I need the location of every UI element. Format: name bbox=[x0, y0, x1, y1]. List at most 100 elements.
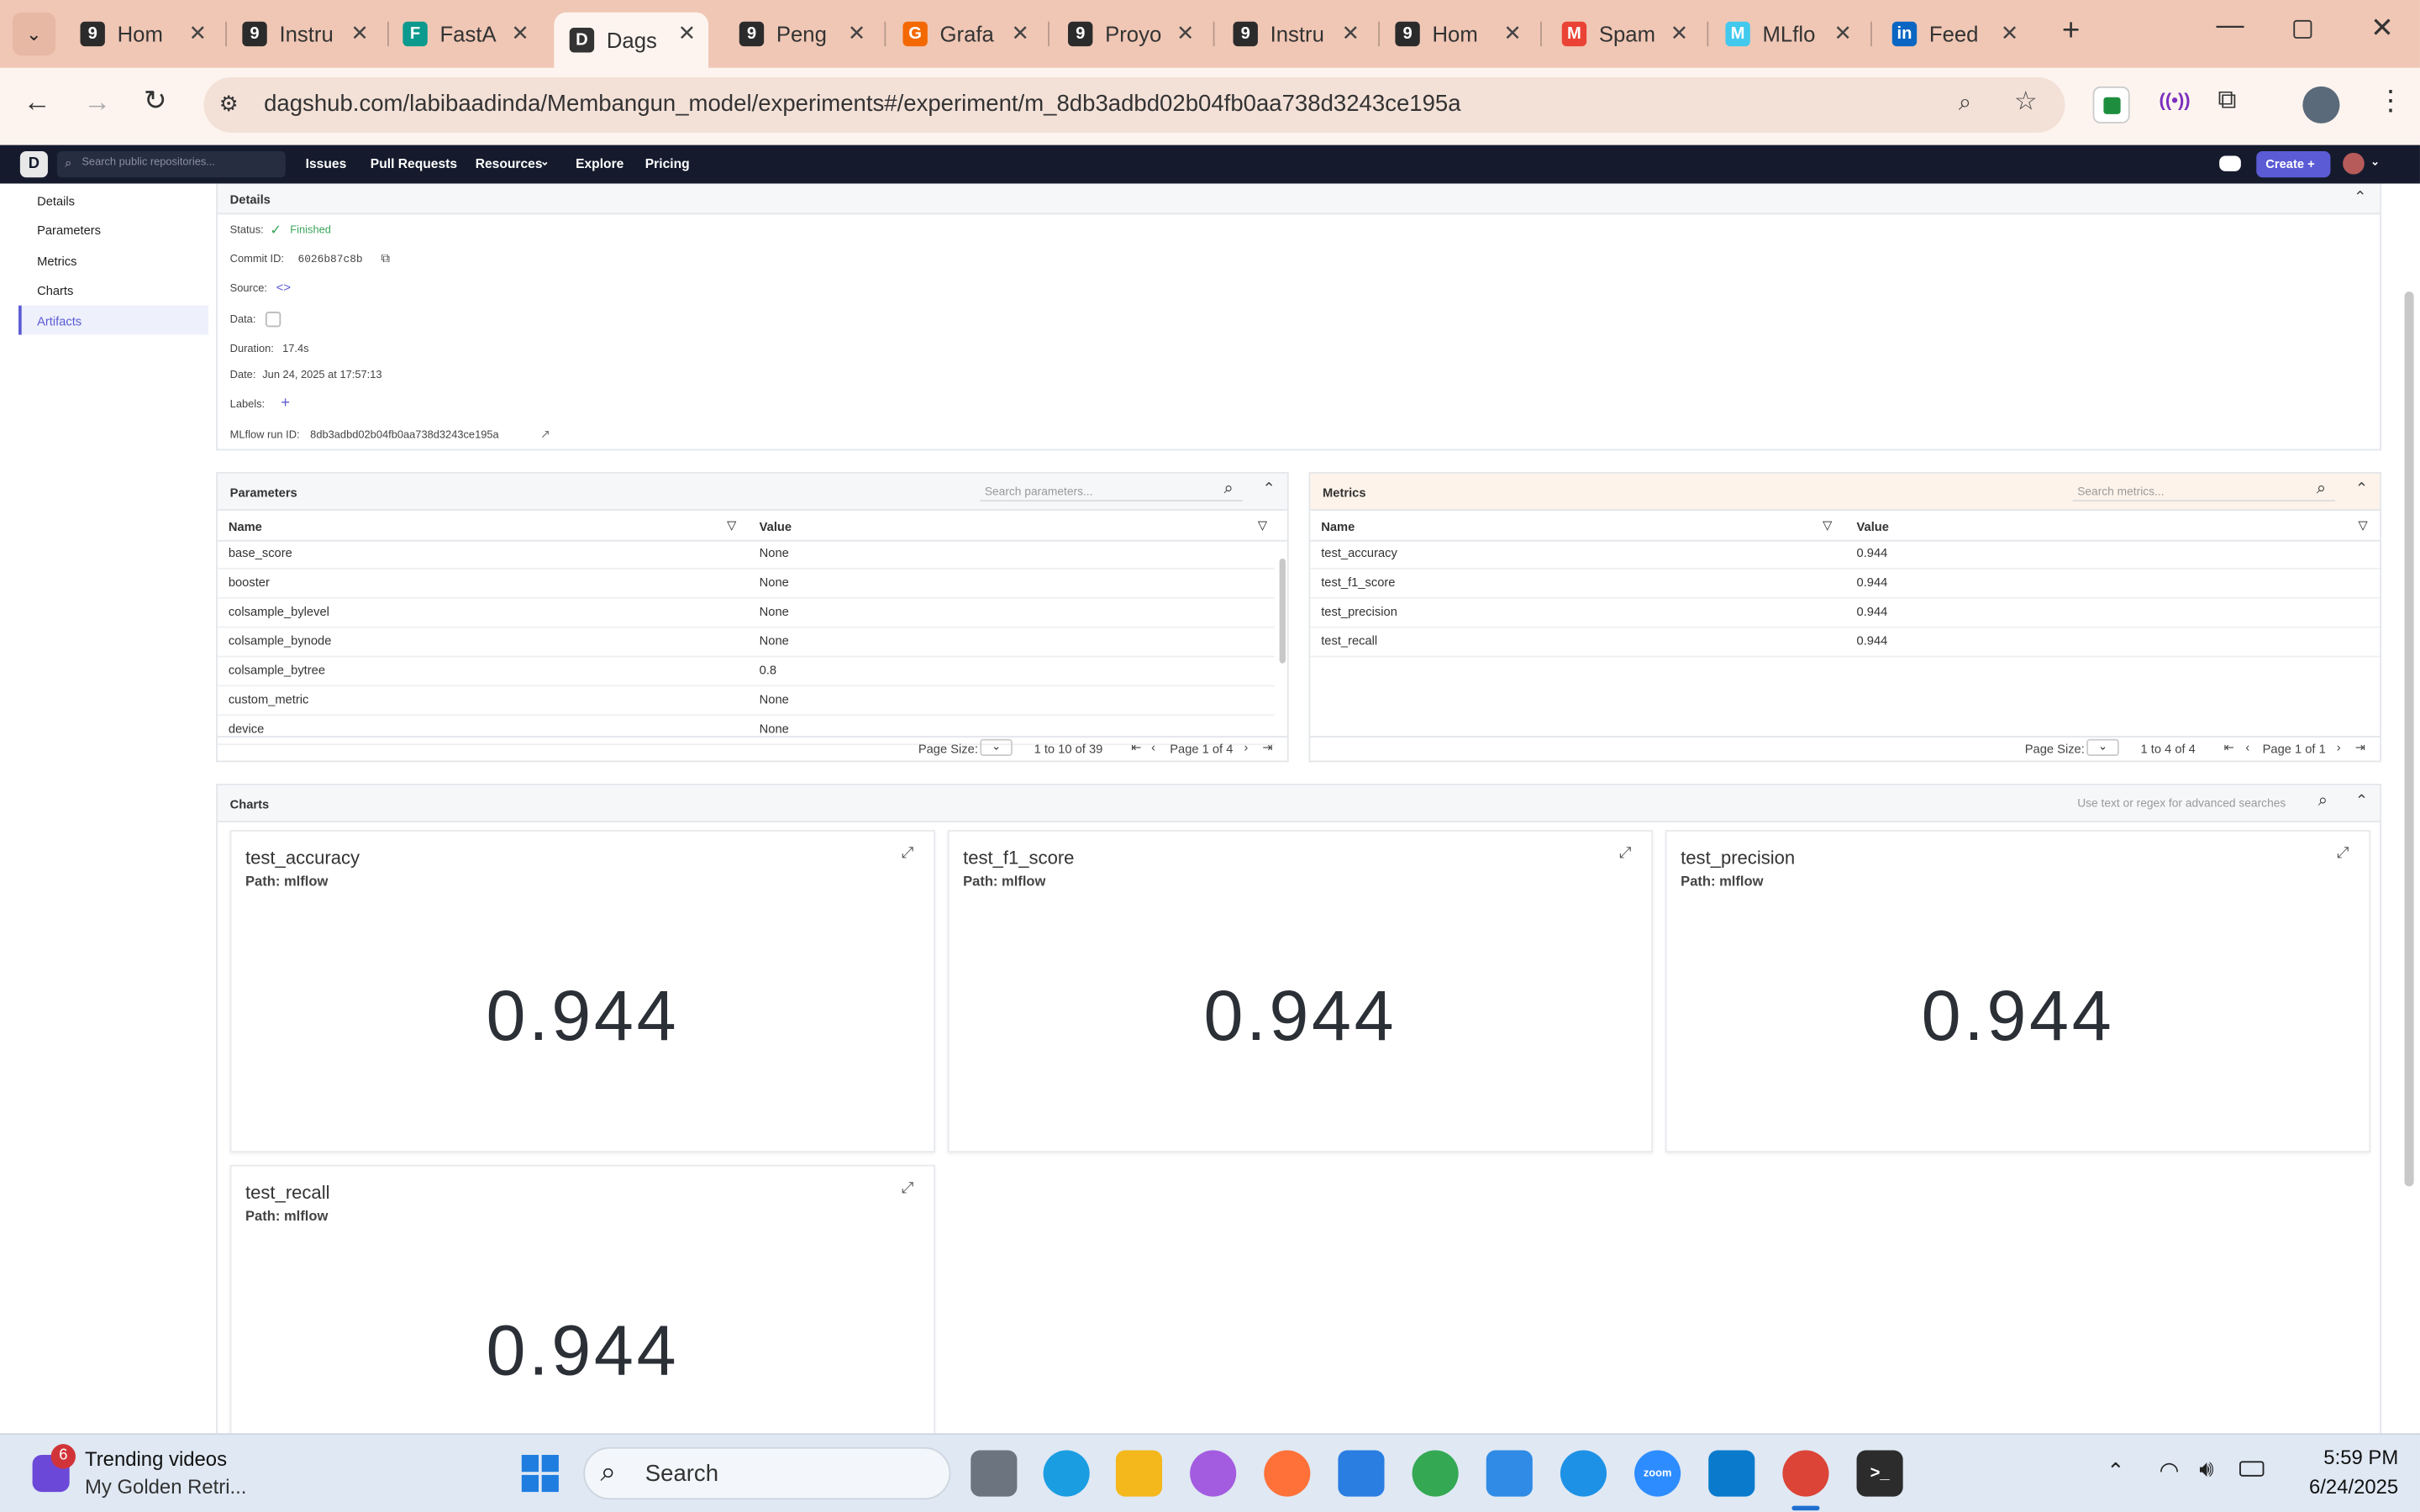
menu-icon[interactable]: ⋮ bbox=[2377, 85, 2405, 118]
tab-search-button[interactable]: ⌄ bbox=[12, 12, 56, 56]
widget-title[interactable]: Trending videos bbox=[85, 1447, 227, 1471]
clock-time[interactable]: 5:59 PM bbox=[2315, 1446, 2398, 1469]
expand-icon[interactable]: ⤢ bbox=[2337, 846, 2349, 863]
close-tab-icon[interactable]: ✕ bbox=[2001, 20, 2019, 46]
column-header-value[interactable]: Value bbox=[760, 520, 792, 534]
browser-tab[interactable]: M Spam ✕ bbox=[1555, 13, 1697, 55]
next-page-icon[interactable]: › bbox=[2337, 741, 2341, 755]
close-tab-icon[interactable]: ✕ bbox=[848, 20, 866, 46]
nav-pull-requests[interactable]: Pull Requests bbox=[371, 156, 457, 171]
next-page-icon[interactable]: › bbox=[1244, 741, 1248, 755]
browser-tab[interactable]: 9 Instru ✕ bbox=[236, 13, 378, 55]
close-tab-icon[interactable]: ✕ bbox=[511, 20, 529, 46]
nav-resources[interactable]: Resources bbox=[476, 156, 543, 171]
browser-tab[interactable]: 9 Instru ✕ bbox=[1227, 13, 1369, 55]
filter-icon[interactable]: ▽ bbox=[727, 518, 736, 533]
minimize-icon[interactable]: — bbox=[2217, 9, 2244, 42]
store-icon[interactable] bbox=[1338, 1450, 1385, 1497]
zoom-icon[interactable]: zoom bbox=[1634, 1450, 1681, 1497]
nav-explore[interactable]: Explore bbox=[576, 156, 623, 171]
chrome-profile-icon[interactable] bbox=[1412, 1450, 1459, 1497]
browser-tab[interactable]: 9 Peng ✕ bbox=[733, 13, 875, 55]
site-info-icon[interactable]: ⚙ bbox=[219, 91, 239, 117]
chrome-icon[interactable] bbox=[1782, 1450, 1829, 1497]
parameters-search-input[interactable]: Search parameters... bbox=[980, 483, 1243, 501]
file-explorer-icon[interactable] bbox=[1115, 1450, 1163, 1497]
sidebar-item-details[interactable]: Details bbox=[37, 194, 75, 208]
charts-search-input[interactable]: Use text or regex for advanced searches bbox=[2073, 795, 2317, 813]
nav-issues[interactable]: Issues bbox=[306, 156, 347, 171]
browser-tab[interactable]: 9 Proyo ✕ bbox=[1062, 13, 1204, 55]
expand-icon[interactable]: ⤢ bbox=[902, 846, 914, 863]
sheets-extension-icon[interactable] bbox=[2092, 86, 2130, 123]
restore-icon[interactable] bbox=[2293, 19, 2312, 39]
sidebar-item-metrics[interactable]: Metrics bbox=[37, 255, 76, 269]
volume-icon[interactable]: 🔊︎ bbox=[2199, 1457, 2213, 1483]
close-tab-icon[interactable]: ✕ bbox=[1176, 20, 1195, 46]
clock-date[interactable]: 6/24/2025 bbox=[2291, 1475, 2398, 1499]
discord-icon[interactable] bbox=[2219, 155, 2241, 171]
close-tab-icon[interactable]: ✕ bbox=[1342, 20, 1360, 46]
photos-icon[interactable] bbox=[1486, 1450, 1533, 1497]
collapse-icon[interactable]: ⌃ bbox=[1262, 481, 1275, 498]
run-id-value[interactable]: 8db3adbd02b04fb0aa738d3243ce195a bbox=[310, 430, 499, 441]
battery-icon[interactable] bbox=[2239, 1461, 2265, 1477]
new-tab-icon[interactable]: + bbox=[2062, 14, 2080, 50]
database-icon[interactable] bbox=[265, 312, 281, 328]
back-icon[interactable]: ← bbox=[24, 87, 51, 119]
page-size-select[interactable]: ⌄ bbox=[980, 738, 1013, 756]
collapse-icon[interactable]: ⌃ bbox=[2354, 190, 2366, 207]
browser-tab[interactable]: in Feed ✕ bbox=[1886, 13, 2028, 55]
firefox-icon[interactable] bbox=[1264, 1450, 1311, 1497]
edge-icon[interactable] bbox=[1043, 1450, 1090, 1497]
first-page-icon[interactable]: ⇤ bbox=[1131, 741, 1141, 755]
search-icon[interactable]: ⌕ bbox=[2317, 480, 2326, 500]
close-tab-icon[interactable]: ✕ bbox=[350, 20, 369, 46]
last-page-icon[interactable]: ⇥ bbox=[1262, 741, 1272, 755]
external-link-icon[interactable]: ↗ bbox=[540, 428, 550, 442]
column-header-value[interactable]: Value bbox=[1857, 520, 1889, 534]
windows-start-icon[interactable] bbox=[517, 1450, 563, 1496]
close-tab-icon[interactable]: ✕ bbox=[1670, 20, 1689, 46]
vscode-icon[interactable] bbox=[1708, 1450, 1755, 1497]
widget-subtitle[interactable]: My Golden Retri... bbox=[85, 1475, 246, 1499]
reload-icon[interactable]: ↻ bbox=[144, 85, 167, 118]
browser-tab[interactable]: G Grafa ✕ bbox=[897, 13, 1039, 55]
metrics-search-input[interactable]: Search metrics... bbox=[2072, 483, 2335, 501]
commit-id[interactable]: 6026b87c8b bbox=[297, 255, 362, 267]
sidebar-item-parameters[interactable]: Parameters bbox=[37, 223, 101, 238]
code-icon[interactable]: <> bbox=[276, 281, 291, 295]
filter-icon[interactable]: ▽ bbox=[2358, 518, 2367, 533]
close-tab-icon[interactable]: ✕ bbox=[1833, 20, 1852, 46]
browser-tab[interactable]: 9 Hom ✕ bbox=[1389, 13, 1531, 55]
scrollbar[interactable] bbox=[1279, 558, 1286, 664]
filter-icon[interactable]: ▽ bbox=[1258, 518, 1267, 533]
copy-icon[interactable]: ⧉ bbox=[381, 251, 391, 266]
close-window-icon[interactable]: ✕ bbox=[2370, 13, 2394, 45]
search-icon[interactable]: ⌕ bbox=[2318, 791, 2328, 811]
address-bar[interactable]: ⚙ dagshub.com/labibaadinda/Membangun_mod… bbox=[203, 76, 2065, 133]
close-tab-icon[interactable]: ✕ bbox=[1503, 20, 1522, 46]
close-tab-icon[interactable]: ✕ bbox=[189, 20, 208, 46]
expand-icon[interactable]: ⤢ bbox=[1619, 846, 1632, 863]
sidebar-item-charts[interactable]: Charts bbox=[37, 284, 73, 298]
browser-tab[interactable]: 9 Hom ✕ bbox=[74, 13, 216, 55]
sidebar-item-artifacts[interactable]: Artifacts bbox=[37, 315, 82, 329]
add-label-icon[interactable]: + bbox=[281, 395, 290, 412]
browser-tab[interactable]: D Dags ✕ bbox=[554, 12, 709, 68]
collapse-icon[interactable]: ⌃ bbox=[2355, 793, 2368, 810]
extensions-icon[interactable]: ⧉ bbox=[2217, 85, 2236, 116]
podcast-extension-icon[interactable]: ((•)) bbox=[2160, 90, 2191, 112]
user-avatar[interactable] bbox=[2343, 152, 2365, 175]
create-button[interactable]: Create + bbox=[2256, 150, 2331, 178]
browser-tab[interactable]: M MLflo ✕ bbox=[1719, 13, 1861, 55]
prev-page-icon[interactable]: ‹ bbox=[2245, 741, 2249, 755]
first-page-icon[interactable]: ⇤ bbox=[2224, 741, 2234, 755]
forward-icon[interactable]: → bbox=[83, 87, 111, 119]
chevron-up-icon[interactable]: ⌃ bbox=[2107, 1458, 2125, 1484]
wifi-icon[interactable]: ◠ bbox=[2160, 1457, 2180, 1484]
terminal-icon[interactable]: >_ bbox=[1856, 1450, 1903, 1497]
zoom-icon[interactable]: ⌕ bbox=[1959, 90, 1971, 116]
last-page-icon[interactable]: ⇥ bbox=[2355, 741, 2365, 755]
page-scrollbar[interactable] bbox=[2404, 291, 2414, 1187]
